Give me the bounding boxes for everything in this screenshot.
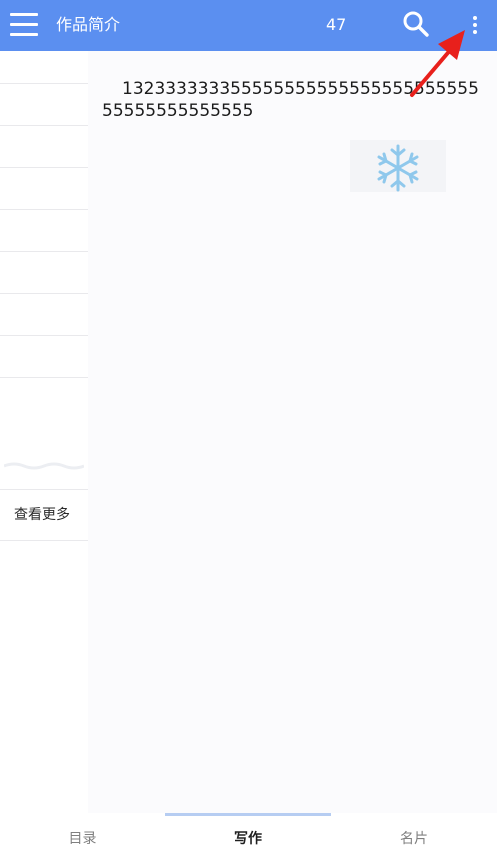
snowflake-icon	[377, 144, 419, 192]
tab-write-label: 写作	[234, 831, 262, 847]
tab-catalog-label: 目录	[68, 831, 97, 847]
toc-item[interactable]	[0, 294, 88, 336]
toc-item[interactable]	[0, 252, 88, 294]
toc-item[interactable]	[0, 168, 88, 210]
intro-text: 1323333333555555555555555555555555555555…	[102, 79, 479, 121]
tab-card-label: 名片	[400, 831, 428, 847]
tab-write[interactable]: 写作	[165, 813, 331, 859]
word-count: 47	[326, 15, 347, 34]
view-more-label: 查看更多	[14, 507, 70, 523]
toc-sidebar: 查看更多	[0, 51, 88, 541]
tab-catalog[interactable]: 目录	[0, 813, 165, 859]
bottom-tab-bar: 目录 写作 名片	[0, 813, 497, 859]
view-more-button[interactable]: 查看更多	[0, 489, 88, 541]
toc-item[interactable]	[0, 126, 88, 168]
search-icon[interactable]	[401, 9, 431, 39]
toc-item[interactable]	[0, 336, 88, 378]
app-toolbar: 作品简介 47	[0, 0, 497, 51]
tab-card[interactable]: 名片	[331, 813, 497, 859]
toc-item[interactable]	[0, 210, 88, 252]
page-title: 作品简介	[56, 15, 121, 34]
wave-divider	[4, 462, 84, 470]
more-vertical-icon[interactable]	[462, 10, 488, 40]
toc-item[interactable]	[0, 84, 88, 126]
toc-item[interactable]	[0, 51, 88, 84]
snowflake-badge	[350, 140, 446, 192]
menu-icon[interactable]	[8, 11, 40, 39]
